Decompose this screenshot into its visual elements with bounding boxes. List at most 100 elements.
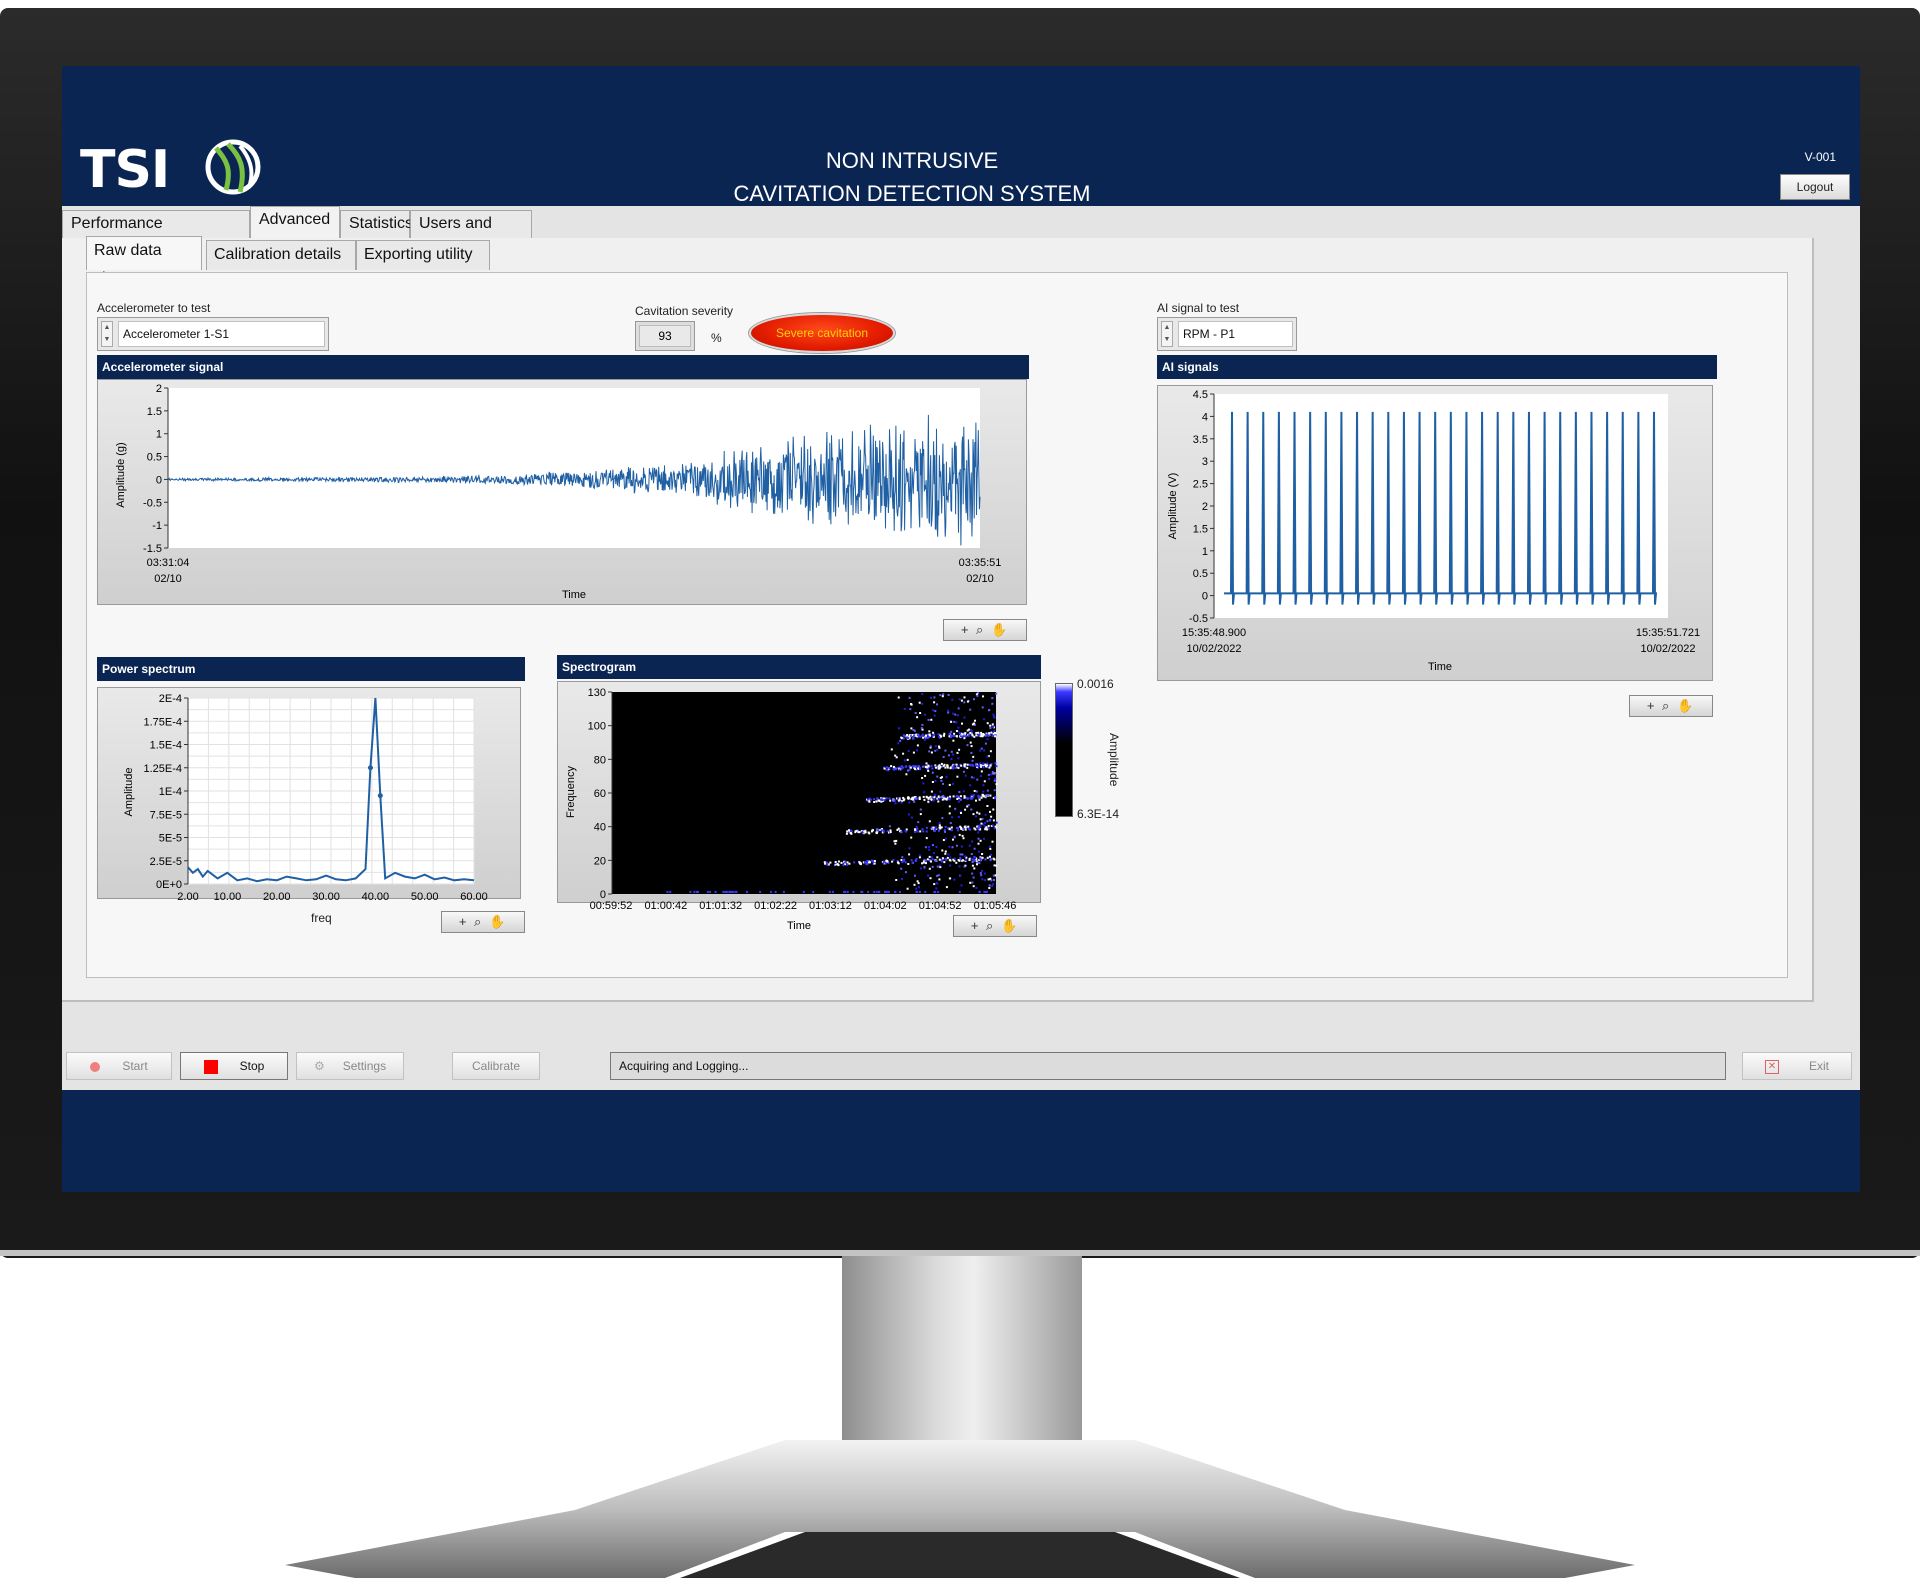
spectrogram-cell <box>919 808 922 811</box>
spectrogram-cell <box>910 734 912 737</box>
ai-plot-area <box>1214 394 1668 618</box>
spectrogram-cell <box>899 739 902 742</box>
spectrogram-palette[interactable]: + ⌕ ✋ <box>953 915 1037 937</box>
ai-graph[interactable]: 4.5 4 3.5 3 2.5 2 1.5 1 0.5 0 -0.5 Amplitude (V) 1… <box>1157 385 1713 681</box>
power-graph[interactable]: 2E-4 1.75E-4 1.5E-4 1.25E-4 1E-4 7.5E-5 5E-5 2.… <box>97 687 521 921</box>
spectrogram-cell <box>995 821 998 824</box>
spectrogram-cell <box>954 767 957 769</box>
spectrogram-cell <box>888 797 891 800</box>
spectrogram-cell <box>916 749 918 752</box>
spectrogram-cell <box>880 829 883 832</box>
ai-xlabel: Time <box>1428 661 1452 673</box>
subtab-calibration-details[interactable]: Calibration details <box>206 240 356 270</box>
subtab-raw-data-view[interactable]: Raw data view <box>86 236 202 287</box>
spectrogram-cell <box>939 866 942 869</box>
spectrogram-cell <box>908 696 911 699</box>
spectrogram-cell <box>970 808 973 811</box>
spectrogram-cell <box>949 795 952 798</box>
spectrogram-cell <box>927 764 930 767</box>
start-button[interactable]: Start <box>66 1052 172 1080</box>
spectrogram-cell <box>978 765 981 768</box>
spectrogram-cell <box>890 748 893 751</box>
ring-arrows-icon[interactable]: ▲ ▼ <box>1161 321 1173 347</box>
spectrogram-cell <box>957 707 960 710</box>
spectrogram-cell <box>944 830 946 833</box>
spectrogram-cell <box>949 859 952 862</box>
spectrogram-cell <box>970 776 973 779</box>
spectrogram-cell <box>902 752 905 755</box>
spectrogram-cell <box>988 845 991 848</box>
spectrogram-cell <box>986 738 989 741</box>
spectrogram-cell <box>910 703 913 706</box>
spectrogram-cell <box>948 783 951 786</box>
spectrogram-cell <box>958 748 961 751</box>
power-graph-title: Power spectrum <box>97 657 525 681</box>
spectrogram-cell <box>927 796 930 799</box>
spectrogram-cell <box>961 733 964 736</box>
bottom-toolbar: Start Stop ⚙ Settings Calibrate Acquiring… <box>62 1052 1860 1082</box>
spectrogram-cell <box>918 701 921 704</box>
spectrogram-cell <box>953 720 956 723</box>
spectrogram-cell <box>992 883 994 886</box>
settings-button[interactable]: ⚙ Settings <box>296 1052 404 1080</box>
ring-arrows-icon[interactable]: ▲ ▼ <box>101 321 113 347</box>
subtab-exporting-utility[interactable]: Exporting utility <box>356 240 490 270</box>
spectrogram-cell <box>953 857 956 860</box>
spectrogram-cell <box>957 757 960 760</box>
ai-signal-select-value[interactable]: RPM - P1 <box>1178 321 1293 347</box>
accelerometer-select-value[interactable]: Accelerometer 1-S1 <box>118 321 325 347</box>
spectrogram-cell <box>993 779 996 782</box>
spectrogram-chart: 130100806040200 Frequency <box>565 687 998 901</box>
spectrogram-cell <box>927 718 930 721</box>
spectrogram-cell <box>923 791 926 794</box>
spectrogram-cell <box>960 828 963 830</box>
spectrogram-cell <box>951 816 954 819</box>
spectrogram-cell <box>988 884 991 887</box>
tab-advanced[interactable]: Advanced <box>250 206 340 240</box>
spectrogram-cell <box>959 795 962 798</box>
spectrogram-cell <box>945 886 948 889</box>
spectrogram-cell <box>972 876 975 879</box>
stop-button[interactable]: Stop <box>180 1052 288 1080</box>
ai-signal-select[interactable]: ▲ ▼ RPM - P1 <box>1157 317 1297 351</box>
spectrogram-cell <box>914 830 917 833</box>
tab-users-and-roles[interactable]: Users and roles <box>410 210 532 258</box>
accel-graph[interactable]: 2 1.5 1 0.5 0 -0.5 -1 -1.5 Amplitude (g) 03:31:… <box>97 379 1027 605</box>
spectrogram-cell <box>941 849 944 852</box>
tab-statistics[interactable]: Statistics <box>340 210 413 240</box>
spectrogram-cell <box>929 877 932 880</box>
spectrogram-cell <box>948 812 951 815</box>
spectrogram-cell <box>875 800 878 803</box>
ai-xend-time: 15:35:51.721 <box>1636 627 1700 639</box>
logout-button[interactable]: Logout <box>1780 174 1850 200</box>
spectrogram-cell <box>869 798 872 801</box>
spectrogram-cell <box>989 727 992 729</box>
spectrogram-cell <box>919 735 922 738</box>
spectrogram-cell <box>941 798 944 801</box>
spectrogram-cell <box>976 694 979 697</box>
spectrogram-cell <box>903 735 906 737</box>
exit-button[interactable]: ✕ Exit <box>1742 1052 1852 1080</box>
power-graph-palette[interactable]: + ⌕ ✋ <box>441 911 525 933</box>
spectrogram-cell <box>921 702 924 705</box>
spectrogram-cell <box>932 852 935 855</box>
ai-graph-palette[interactable]: + ⌕ ✋ <box>1629 695 1713 717</box>
accel-graph-palette[interactable]: + ⌕ ✋ <box>943 619 1027 641</box>
spectrogram-cell <box>910 836 913 839</box>
accelerometer-select[interactable]: ▲ ▼ Accelerometer 1-S1 <box>97 317 329 351</box>
spectrogram-cell <box>934 745 937 748</box>
calibrate-button[interactable]: Calibrate <box>452 1052 540 1080</box>
spectrogram-cell <box>931 767 934 770</box>
spectrogram-cell <box>898 727 900 730</box>
spectrogram-cell <box>969 708 972 711</box>
spectrogram-cell <box>930 764 933 767</box>
spectrogram-graph[interactable]: 130 100 80 60 40 20 0 Frequency <box>557 681 1041 903</box>
spectrogram-cell <box>932 799 935 802</box>
spectrogram-cell <box>925 862 927 865</box>
power-ytick-label: 1.25E-4 <box>143 763 182 775</box>
spectrogram-cell <box>877 829 879 832</box>
spectrogram-cell <box>989 847 992 850</box>
spectrogram-cell <box>988 766 991 769</box>
spectrogram-cell <box>971 840 974 843</box>
accel-ytick-label: 0.5 <box>147 452 162 464</box>
